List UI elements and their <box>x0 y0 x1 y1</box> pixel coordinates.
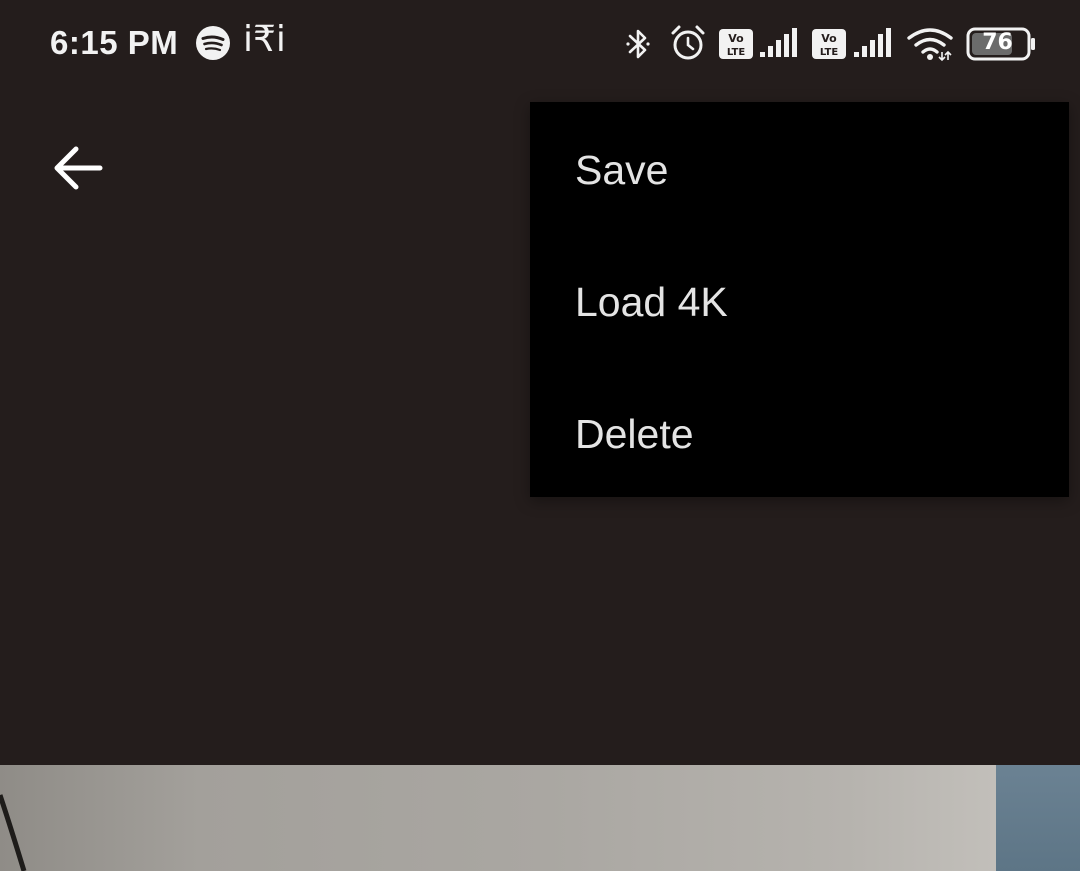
overflow-menu: Save Load 4K Delete <box>530 102 1069 497</box>
rupee-icon: i₹i <box>243 19 286 60</box>
menu-item-save[interactable]: Save <box>530 104 1069 236</box>
photo-wall-area <box>0 765 996 871</box>
photo-cable <box>0 794 27 871</box>
svg-text:LTE: LTE <box>820 47 839 58</box>
svg-text:Vo: Vo <box>728 32 744 45</box>
back-button[interactable] <box>44 136 112 200</box>
arrow-left-icon <box>54 146 103 190</box>
svg-text:LTE: LTE <box>727 47 746 58</box>
spotify-icon <box>196 26 230 60</box>
signal-icon <box>760 28 797 57</box>
menu-item-delete[interactable]: Delete <box>530 368 1069 500</box>
menu-item-label: Delete <box>575 411 694 457</box>
photo-window-area <box>996 765 1080 871</box>
volte-icon: Vo LTE <box>719 29 753 59</box>
wifi-icon <box>907 28 953 62</box>
svg-text:Vo: Vo <box>821 32 837 45</box>
menu-item-label: Save <box>575 147 669 193</box>
bluetooth-icon <box>626 29 650 59</box>
status-bar: 6:15 PM i₹i Vo LTE Vo LTE 76 <box>0 0 1080 88</box>
status-time: 6:15 PM <box>50 24 179 61</box>
battery-level: 76 <box>982 30 1013 55</box>
alarm-icon <box>671 25 705 60</box>
volte-icon: Vo LTE <box>812 29 846 59</box>
menu-item-label: Load 4K <box>575 279 728 325</box>
signal-icon <box>854 28 891 57</box>
photo-preview[interactable] <box>0 765 1080 871</box>
menu-item-load-4k[interactable]: Load 4K <box>530 236 1069 368</box>
